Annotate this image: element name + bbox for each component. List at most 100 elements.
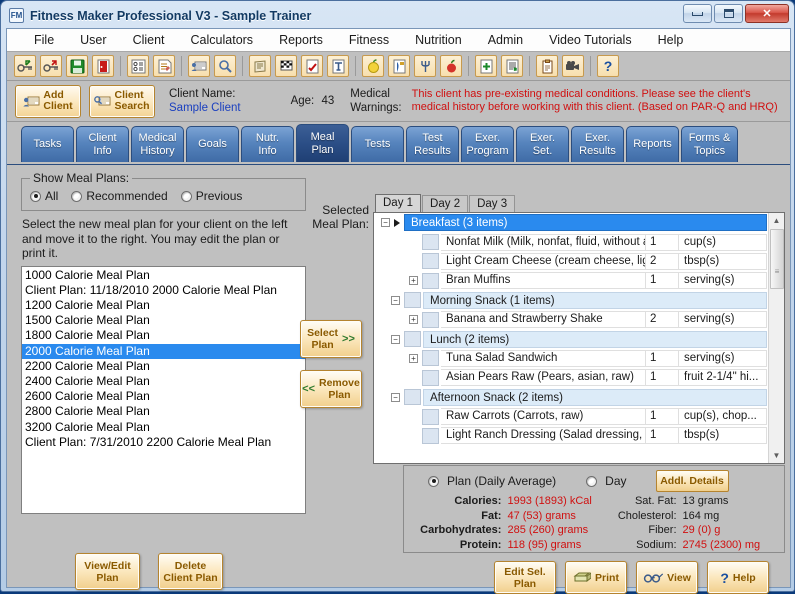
menu-help[interactable]: Help: [645, 31, 697, 49]
apple-icon[interactable]: [440, 55, 462, 77]
list-item-selected[interactable]: 2000 Calorie Meal Plan: [22, 343, 305, 359]
view-button[interactable]: View: [636, 561, 698, 594]
radio-day[interactable]: [586, 475, 598, 487]
expand-icon[interactable]: +: [409, 315, 418, 325]
video-camera-icon[interactable]: [562, 55, 584, 77]
collapse-icon[interactable]: −: [391, 392, 400, 402]
print-button[interactable]: Print: [565, 561, 627, 594]
tab-goals[interactable]: Goals: [186, 126, 239, 162]
remove-plan-button[interactable]: << Remove Plan: [300, 370, 362, 408]
tab-day-3[interactable]: Day 3: [469, 195, 516, 212]
client-search-button[interactable]: Client Search: [89, 84, 155, 118]
list-item[interactable]: 2400 Calorie Meal Plan: [22, 374, 305, 389]
fork-icon[interactable]: [414, 55, 436, 77]
tab-nutr-info[interactable]: Nutr. Info: [241, 126, 294, 162]
add-client-button[interactable]: Add Client: [15, 84, 81, 118]
tab-meal-plan[interactable]: Meal Plan: [296, 124, 349, 162]
table-row[interactable]: − Afternoon Snack (2 items): [374, 388, 767, 407]
menu-video-tutorials[interactable]: Video Tutorials: [536, 31, 644, 49]
expand-icon[interactable]: +: [409, 276, 418, 286]
search-icon[interactable]: [214, 55, 236, 77]
list-item[interactable]: 1800 Calorie Meal Plan: [22, 328, 305, 343]
logout-key-icon[interactable]: [40, 55, 62, 77]
menu-client[interactable]: Client: [120, 31, 178, 49]
tab-test-results[interactable]: Test Results: [406, 126, 459, 162]
new-document-icon[interactable]: [475, 55, 497, 77]
minimize-button[interactable]: [683, 4, 712, 23]
list-item[interactable]: 1200 Calorie Meal Plan: [22, 298, 305, 313]
tab-exer-results[interactable]: Exer. Results: [571, 126, 624, 162]
help-icon[interactable]: ?: [597, 55, 619, 77]
goals-flag-icon[interactable]: [275, 55, 297, 77]
tab-day-1[interactable]: Day 1: [375, 194, 422, 212]
clipboard-icon[interactable]: [536, 55, 558, 77]
scroll-down-icon[interactable]: ▼: [769, 448, 785, 463]
scrollbar-thumb[interactable]: [770, 229, 784, 289]
tab-tests[interactable]: Tests: [351, 126, 404, 162]
collapse-icon[interactable]: −: [381, 218, 390, 228]
new-list-icon[interactable]: [501, 55, 523, 77]
table-row[interactable]: + Bran Muffins 1 serving(s): [374, 271, 767, 290]
tab-exer-set[interactable]: Exer. Set.: [516, 126, 569, 162]
add-client-icon[interactable]: [188, 55, 210, 77]
table-row[interactable]: Raw Carrots (Carrots, raw) 1 cup(s), cho…: [374, 407, 767, 426]
menu-calculators[interactable]: Calculators: [178, 31, 267, 49]
menu-user[interactable]: User: [67, 31, 119, 49]
collapse-icon[interactable]: −: [391, 295, 400, 305]
meal-plan-icon[interactable]: [388, 55, 410, 77]
menu-nutrition[interactable]: Nutrition: [402, 31, 475, 49]
help-button[interactable]: ? Help: [707, 561, 769, 594]
login-key-icon[interactable]: [14, 55, 36, 77]
menu-file[interactable]: File: [21, 31, 67, 49]
menu-fitness[interactable]: Fitness: [336, 31, 402, 49]
close-button[interactable]: ✕: [745, 4, 789, 23]
menu-reports[interactable]: Reports: [266, 31, 336, 49]
list-item[interactable]: 2200 Calorie Meal Plan: [22, 359, 305, 374]
tests-check-icon[interactable]: [301, 55, 323, 77]
select-plan-button[interactable]: Select Plan >>: [300, 320, 362, 358]
exercise-icon[interactable]: [327, 55, 349, 77]
table-row[interactable]: Nonfat Milk (Milk, nonfat, fluid, withou…: [374, 232, 767, 251]
radio-all[interactable]: [30, 190, 41, 202]
list-item[interactable]: 3200 Calorie Meal Plan: [22, 420, 305, 435]
list-item[interactable]: 1000 Calorie Meal Plan: [22, 268, 305, 283]
client-list-icon[interactable]: [127, 55, 149, 77]
list-item[interactable]: Client Plan: 11/18/2010 2000 Calorie Mea…: [22, 283, 305, 298]
delete-client-plan-button[interactable]: Delete Client Plan: [158, 553, 223, 590]
list-item[interactable]: 2800 Calorie Meal Plan: [22, 404, 305, 419]
nutrition-lemon-icon[interactable]: [362, 55, 384, 77]
menu-admin[interactable]: Admin: [475, 31, 536, 49]
table-row[interactable]: + Tuna Salad Sandwich 1 serving(s): [374, 349, 767, 368]
tree-vertical-scrollbar[interactable]: ▲ ≡ ▼: [768, 213, 784, 463]
table-row[interactable]: Asian Pears Raw (Pears, asian, raw) 1 fr…: [374, 368, 767, 387]
tab-forms-topics[interactable]: Forms & Topics: [681, 126, 738, 162]
expand-icon[interactable]: +: [409, 353, 418, 363]
meal-plan-list[interactable]: 1000 Calorie Meal Plan Client Plan: 11/1…: [21, 265, 306, 514]
list-item[interactable]: 1500 Calorie Meal Plan: [22, 313, 305, 328]
tab-day-2[interactable]: Day 2: [422, 195, 469, 212]
radio-recommended[interactable]: [71, 190, 83, 202]
list-item[interactable]: Client Plan: 7/31/2010 2200 Calorie Meal…: [22, 435, 305, 450]
radio-plan-daily-average[interactable]: [428, 475, 439, 487]
addl-details-button[interactable]: Addl. Details: [655, 470, 729, 492]
edit-sel-plan-button[interactable]: Edit Sel. Plan: [494, 561, 556, 594]
table-row[interactable]: − Lunch (2 items): [374, 329, 767, 348]
exit-door-icon[interactable]: [92, 55, 114, 77]
table-row[interactable]: + Banana and Strawberry Shake 2 serving(…: [374, 310, 767, 329]
tab-client-info[interactable]: Client Info: [76, 126, 129, 162]
collapse-icon[interactable]: −: [391, 334, 400, 344]
radio-previous[interactable]: [180, 190, 192, 202]
maximize-button[interactable]: [714, 4, 743, 23]
tab-tasks[interactable]: Tasks: [21, 126, 74, 162]
table-row[interactable]: − Morning Snack (1 items): [374, 291, 767, 310]
tab-exer-program[interactable]: Exer. Program: [461, 126, 514, 162]
scroll-up-icon[interactable]: ▲: [769, 213, 785, 228]
edit-form-icon[interactable]: [153, 55, 175, 77]
list-item[interactable]: 2600 Calorie Meal Plan: [22, 389, 305, 404]
save-disk-icon[interactable]: [66, 55, 88, 77]
table-row[interactable]: Light Ranch Dressing (Salad dressing, KR…: [374, 426, 767, 445]
table-row[interactable]: − Breakfast (3 items): [374, 213, 767, 232]
meal-plan-tree[interactable]: − Breakfast (3 items) Nonfat Milk (Milk,…: [373, 212, 785, 464]
tab-medical-history[interactable]: Medical History: [131, 126, 184, 162]
view-edit-plan-button[interactable]: View/Edit Plan: [75, 553, 140, 590]
